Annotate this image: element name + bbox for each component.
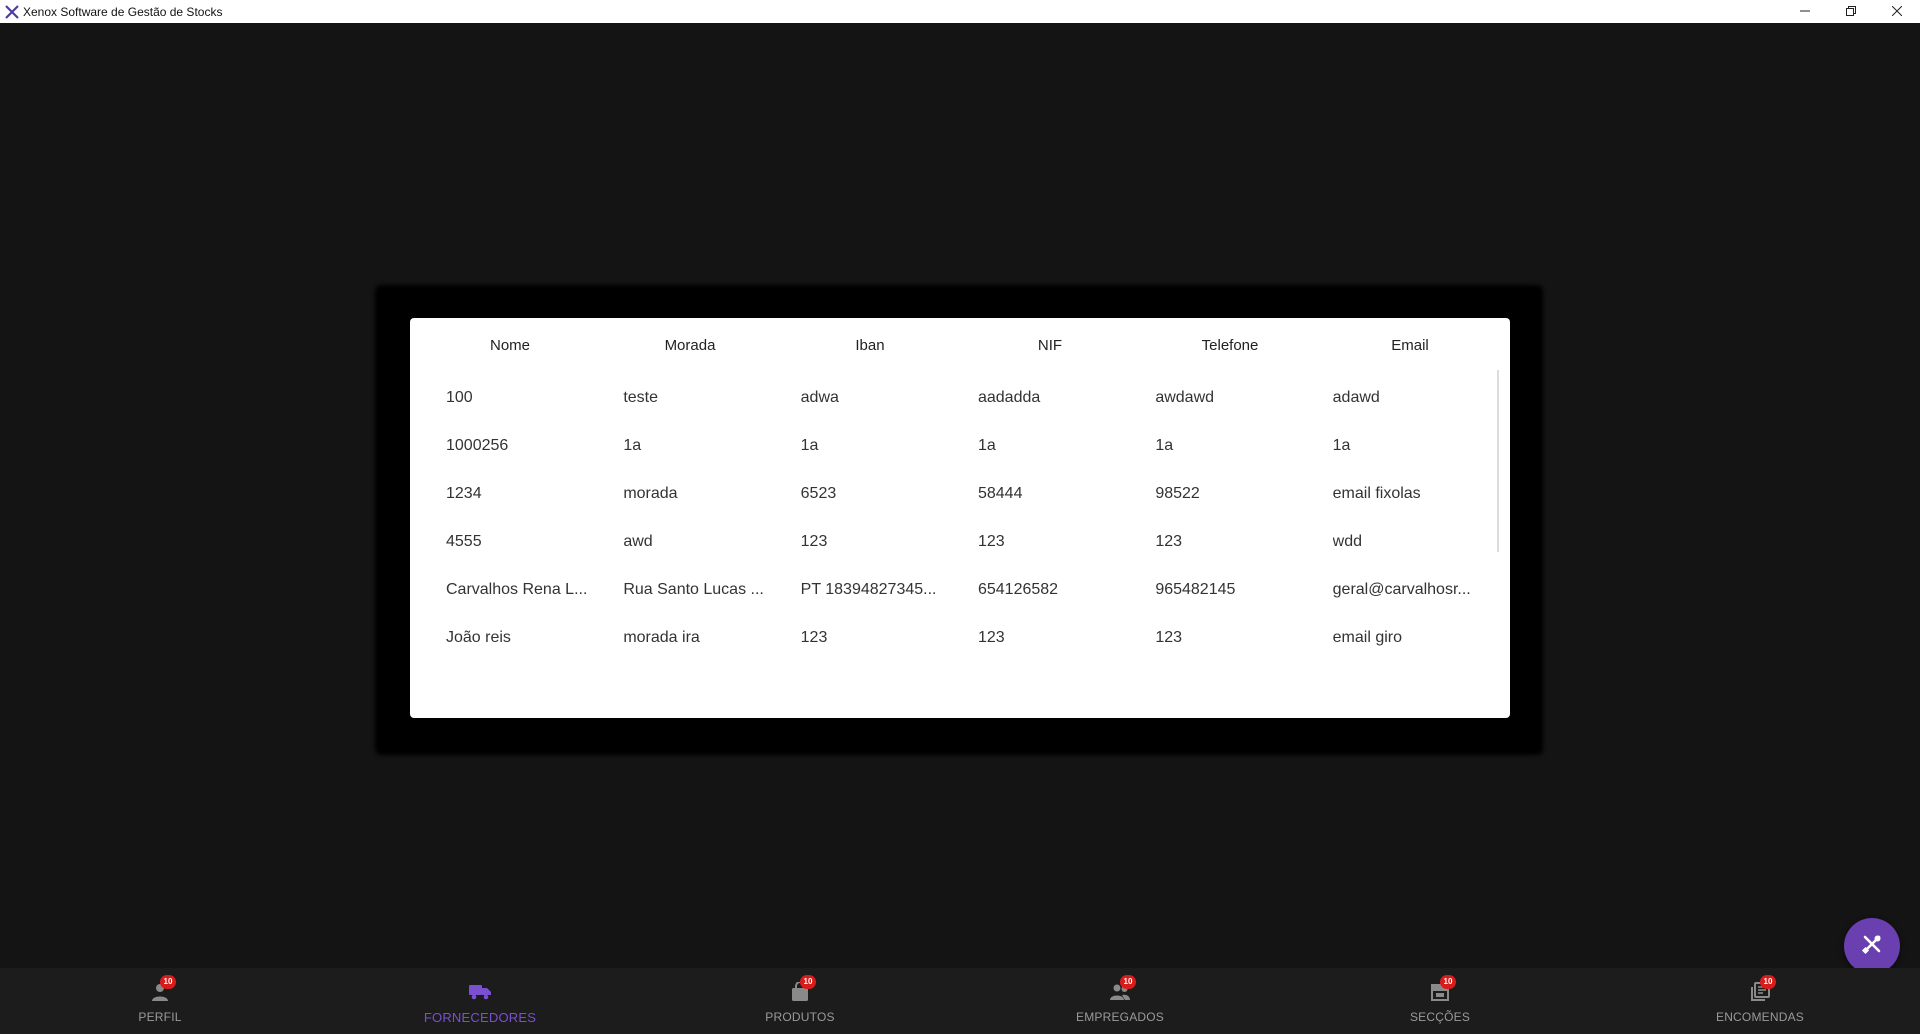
minimize-button[interactable] [1782,0,1828,23]
bottom-navigation: 10 PERFIL FORNECEDORES 10 PRODUTOS 10 EM… [0,968,1920,1034]
app-logo-icon [4,4,20,20]
cell-morada: Rua Santo Lucas ... [623,581,764,598]
nav-item-encomendas[interactable]: 10 ENCOMENDAS [1600,968,1920,1034]
table-header: Nome Morada Iban NIF Telefone Email [410,318,1510,374]
table-body: 100 teste adwa aadadda awdawd adawd 1000… [410,374,1510,662]
cell-iban: 123 [800,533,828,550]
cell-morada: teste [623,389,659,406]
column-header-email[interactable]: Email [1320,318,1500,374]
nav-label-empregados: EMPREGADOS [1075,1010,1164,1024]
cell-nif: 654126582 [977,581,1059,598]
cell-email: 1a [1332,437,1351,454]
nav-item-fornecedores[interactable]: FORNECEDORES [320,968,640,1034]
notification-badge: 10 [1440,975,1456,989]
window-title: Xenox Software de Gestão de Stocks [23,4,223,19]
cell-telefone: 123 [1155,629,1183,646]
cell-morada: morada ira [623,629,700,646]
notification-badge: 10 [1120,975,1136,989]
cell-morada: awd [623,533,653,550]
cell-nif: 58444 [977,485,1023,502]
cell-telefone: 1a [1155,437,1174,454]
table-row[interactable]: João reis morada ira 123 123 123 email g… [410,614,1510,662]
cell-nome: 4555 [446,533,482,550]
cell-nif: aadadda [977,389,1041,406]
cell-email: wdd [1332,533,1362,550]
window-controls [1782,0,1920,23]
nav-label-produtos: PRODUTOS [765,1010,835,1024]
main-area: Nome Morada Iban NIF Telefone Email 100 … [0,23,1920,974]
cell-telefone: 123 [1155,533,1183,550]
cell-nome: 1234 [446,485,482,502]
table-row[interactable]: 1000256 1a 1a 1a 1a 1a [410,422,1510,470]
cell-iban: 1a [800,437,819,454]
nav-item-produtos[interactable]: 10 PRODUTOS [640,968,960,1034]
cell-nome: 100 [446,389,473,406]
notification-badge: 10 [800,975,816,989]
tools-fab-button[interactable] [1844,918,1900,974]
close-icon [1891,3,1903,21]
minimize-icon [1800,3,1810,21]
cell-email: adawd [1332,389,1380,406]
nav-item-seccoes[interactable]: 10 SECÇÕES [1280,968,1600,1034]
nav-label-seccoes: SECÇÕES [1409,1010,1471,1024]
nav-label-fornecedores: FORNECEDORES [423,1009,537,1025]
notification-badge: 10 [160,975,176,989]
truck-icon [468,981,492,1006]
column-header-iban[interactable]: Iban [780,318,960,374]
cell-iban: adwa [800,389,839,406]
nav-item-perfil[interactable]: 10 PERFIL [0,968,320,1034]
cell-iban: 123 [800,629,828,646]
cell-email: email fixolas [1332,485,1421,502]
table-row[interactable]: 4555 awd 123 123 123 wdd [410,518,1510,566]
notification-badge: 10 [1760,975,1776,989]
cell-nif: 123 [977,533,1005,550]
table-scrollbar[interactable] [1497,370,1499,552]
cell-telefone: 965482145 [1155,581,1236,598]
cell-email: email giro [1332,629,1402,646]
cell-nome: João reis [446,629,511,646]
cell-telefone: awdawd [1155,389,1215,406]
cell-nif: 1a [977,437,996,454]
close-button[interactable] [1874,0,1920,23]
table-row[interactable]: Carvalhos Rena L... Rua Santo Lucas ... … [410,566,1510,614]
suppliers-table: Nome Morada Iban NIF Telefone Email 100 … [410,318,1510,718]
cell-morada: morada [623,485,678,502]
column-header-telefone[interactable]: Telefone [1140,318,1320,374]
cell-email: geral@carvalhosr... [1332,581,1471,598]
table-row[interactable]: 1234 morada 6523 58444 98522 email fixol… [410,470,1510,518]
title-bar: Xenox Software de Gestão de Stocks [0,0,1920,23]
nav-item-empregados[interactable]: 10 EMPREGADOS [960,968,1280,1034]
cell-iban: 6523 [800,485,837,502]
restore-button[interactable] [1828,0,1874,23]
cell-nif: 123 [977,629,1005,646]
column-header-nif[interactable]: NIF [960,318,1140,374]
nav-label-encomendas: ENCOMENDAS [1715,1010,1804,1024]
nav-label-perfil: PERFIL [138,1010,182,1024]
cell-iban: PT 18394827345... [800,581,937,598]
column-header-nome[interactable]: Nome [420,318,600,374]
restore-icon [1846,3,1856,21]
cell-morada: 1a [623,437,642,454]
cell-telefone: 98522 [1155,485,1200,502]
cell-nome: Carvalhos Rena L... [446,581,588,598]
tools-icon [1860,932,1884,961]
cell-nome: 1000256 [446,437,509,454]
table-row[interactable]: 100 teste adwa aadadda awdawd adawd [410,374,1510,422]
column-header-morada[interactable]: Morada [600,318,780,374]
